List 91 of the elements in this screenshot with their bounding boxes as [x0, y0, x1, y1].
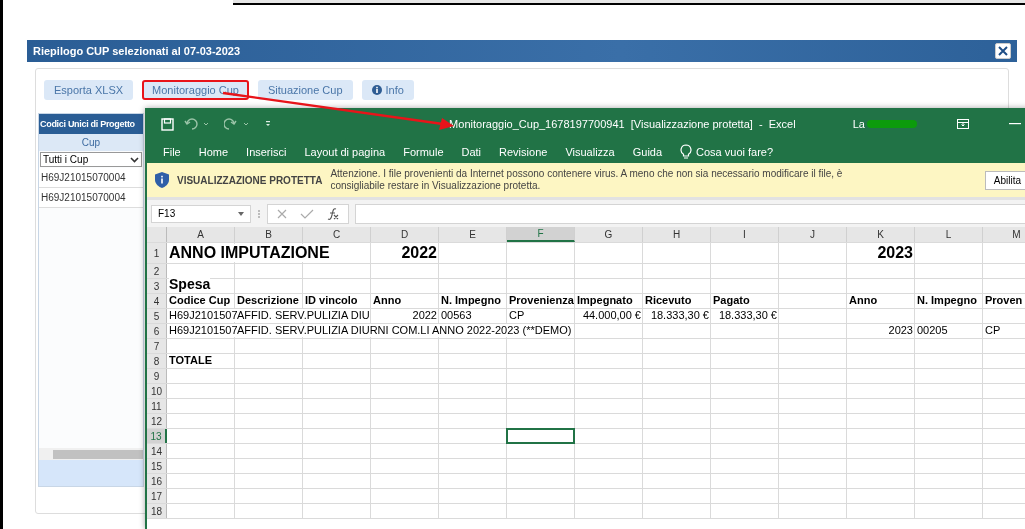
info-icon: [371, 85, 382, 95]
enable-editing-button[interactable]: Abilita: [984, 170, 1025, 190]
panel-title: Codici Unici di Progetto: [39, 114, 143, 134]
function-icon[interactable]: [326, 206, 340, 221]
cancel-icon[interactable]: [276, 207, 288, 220]
ribbon-tab[interactable]: Inserisci: [246, 145, 287, 158]
user-name[interactable]: La: [852, 118, 865, 130]
row-header[interactable]: 9: [147, 369, 167, 383]
table-cell: Anno: [373, 294, 402, 307]
ribbon-display-icon[interactable]: [957, 119, 969, 129]
row-header[interactable]: 11: [147, 399, 167, 413]
table-cell: Provenienza: [509, 294, 574, 307]
row-header[interactable]: 2: [147, 264, 167, 278]
close-button[interactable]: [995, 43, 1011, 59]
ribbon-tab[interactable]: Formule: [403, 145, 444, 158]
row-header[interactable]: 18: [147, 504, 167, 518]
row-header[interactable]: 14: [147, 444, 167, 458]
row-header[interactable]: 5: [147, 309, 167, 323]
table-cell: Proven: [985, 294, 1023, 307]
table-cell: AFFID. SERV.PULIZIA DIU: [237, 309, 370, 322]
row-header[interactable]: 17: [147, 489, 167, 503]
row-header[interactable]: 13: [147, 429, 167, 443]
close-icon: [998, 46, 1008, 56]
row-header[interactable]: 1: [147, 243, 167, 263]
column-header: Cup: [39, 134, 143, 151]
table-cell: TOTALE: [169, 354, 212, 367]
ribbon-tab[interactable]: File: [163, 145, 181, 158]
table-cell: 2022: [412, 309, 437, 322]
table-cell: H69J2101507: [169, 324, 238, 337]
table-cell: 00205: [917, 324, 948, 337]
redaction-mark: [867, 120, 917, 128]
dropdown-icon: [238, 211, 244, 216]
chevron-down-icon: [130, 156, 139, 163]
table-cell: AFFID. SERV.PULIZIA DIURNI COM.LI ANNO 2022-2023 (**DEMO): [237, 324, 572, 337]
horizontal-scrollbar[interactable]: [39, 448, 143, 460]
ribbon-tab[interactable]: Layout di pagina: [304, 145, 386, 158]
ribbon-tab[interactable]: Dati: [461, 145, 482, 158]
ribbon-tab[interactable]: Revisione: [499, 145, 548, 158]
minimize-icon[interactable]: [1009, 123, 1021, 125]
list-row[interactable]: H69J21015070004: [39, 188, 143, 208]
table-cell: 18.333,30 €: [718, 309, 777, 322]
table-cell: Impegnato: [577, 294, 633, 307]
table-cell: ANNO IMPUTAZIONE: [169, 244, 330, 262]
grip-icon: [257, 207, 261, 220]
table-cell: N. Impegno: [441, 294, 501, 307]
table-cell: 44.000,00 €: [582, 309, 641, 322]
table-cell: 18.333,30 €: [650, 309, 709, 322]
list-row[interactable]: H69J21015070004: [39, 168, 143, 188]
formula-field[interactable]: [355, 203, 1025, 224]
tell-me-field[interactable]: Cosa vuoi fare?: [680, 144, 774, 159]
table-cell: Anno: [849, 294, 878, 307]
column-header[interactable]: F: [507, 227, 575, 242]
protected-view-title: VISUALIZZAZIONE PROTETTA: [177, 174, 323, 186]
lightbulb-icon: [680, 144, 693, 159]
active-cell[interactable]: [506, 428, 575, 444]
row-header[interactable]: 10: [147, 384, 167, 398]
table-cell: N. Impegno: [917, 294, 977, 307]
shield-icon: [155, 172, 169, 188]
table-cell: CP: [985, 324, 1001, 337]
table-cell: 00563: [441, 309, 472, 322]
checkmark-icon[interactable]: [300, 207, 314, 220]
ribbon-tab[interactable]: Visualizza: [565, 145, 615, 158]
row-header[interactable]: 7: [147, 339, 167, 353]
table-cell: Ricevuto: [645, 294, 692, 307]
ribbon-tab[interactable]: Home: [198, 145, 229, 158]
table-cell: Descrizione: [237, 294, 299, 307]
ribbon-tab[interactable]: Guida: [632, 145, 663, 158]
toolbar-button[interactable]: Esporta XLSX: [44, 80, 134, 100]
save-icon[interactable]: [161, 117, 174, 131]
table-cell: Codice Cup: [169, 294, 231, 307]
row-header[interactable]: 4: [147, 294, 167, 308]
table-cell: ID vincolo: [305, 294, 358, 307]
row-header[interactable]: 12: [147, 414, 167, 428]
row-header[interactable]: 6: [147, 324, 167, 338]
toolbar-button[interactable]: Info: [361, 80, 414, 100]
toolbar-button[interactable]: Situazione Cup: [257, 80, 353, 100]
name-box[interactable]: F13: [151, 204, 251, 223]
customize-icon[interactable]: [264, 120, 272, 128]
table-cell: Pagato: [713, 294, 750, 307]
row-header[interactable]: 3: [147, 279, 167, 293]
row-header[interactable]: 15: [147, 459, 167, 473]
dialog-title: Riepilogo CUP selezionati al 07-03-2023: [33, 45, 241, 57]
protected-view-message: Attenzione. I file provenienti da Internet possono contenere virus. A meno che non sia necessario modificare il file, è consigliabile restare in Visualizzazione protetta.: [330, 168, 844, 192]
filter-select[interactable]: Tutti i Cup: [40, 152, 142, 167]
window-title: Monitoraggio_Cup_1678197700941 [Visualizzazione protetta] - Excel: [448, 118, 797, 130]
table-cell: Spesa: [169, 277, 211, 292]
table-cell: CP: [509, 309, 525, 322]
table-cell: H69J2101507: [169, 309, 238, 322]
row-header[interactable]: 8: [147, 354, 167, 368]
table-cell: 2023: [888, 324, 913, 337]
row-header[interactable]: 16: [147, 474, 167, 488]
